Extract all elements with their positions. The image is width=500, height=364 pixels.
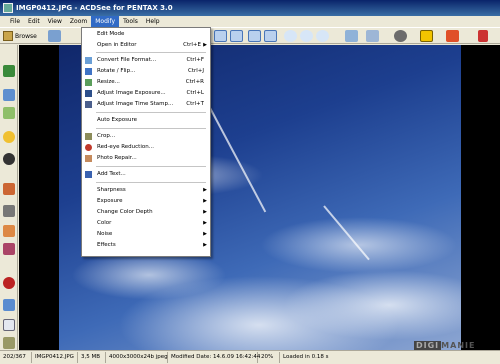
- status-bar: 202/367 IMGP0412.JPG 3,5 MB 4000x3000x24…: [0, 350, 500, 364]
- fullscreen-icon[interactable]: [3, 65, 15, 77]
- zoom-icon[interactable]: [316, 30, 329, 42]
- submenu-arrow-icon: ▶: [203, 231, 207, 237]
- submenu-arrow-icon: ▶: [203, 242, 207, 248]
- rotate-right-icon[interactable]: [230, 30, 243, 42]
- menu-item-change-color-depth[interactable]: Change Color Depth ▶: [82, 207, 210, 218]
- menu-item-auto-exposure[interactable]: Auto Exposure: [82, 115, 210, 126]
- watermark-logo: DIGI MANIE: [414, 341, 475, 350]
- main-toolbar: Browse: [0, 27, 500, 44]
- contrail-line: [208, 105, 267, 213]
- frame-icon[interactable]: [3, 319, 15, 331]
- crop-icon: [85, 133, 92, 140]
- menu-help[interactable]: Help: [142, 16, 164, 27]
- menu-separator: [96, 112, 206, 113]
- menu-tools[interactable]: Tools: [119, 16, 142, 27]
- exposure-icon: [85, 90, 92, 97]
- timestamp-icon: [85, 101, 92, 108]
- status-filesize: 3,5 MB: [78, 352, 106, 363]
- slideshow-icon[interactable]: [3, 89, 15, 101]
- menu-item-edit-mode[interactable]: Edit Mode: [82, 29, 210, 40]
- add-text-icon: [85, 171, 92, 178]
- print-icon[interactable]: [366, 30, 379, 42]
- browse-button[interactable]: Browse: [3, 30, 43, 42]
- palette-icon[interactable]: [3, 243, 15, 255]
- zoom-out-icon[interactable]: [300, 30, 313, 42]
- menu-file[interactable]: File: [6, 16, 24, 27]
- wallpaper-icon[interactable]: [345, 30, 358, 42]
- rotate-left-icon[interactable]: [214, 30, 227, 42]
- menu-item-crop[interactable]: Crop...: [82, 131, 210, 142]
- menu-bar: File Edit View Zoom Modify Tools Help: [0, 16, 500, 27]
- menu-item-adjust-image-time-stamp[interactable]: Adjust Image Time Stamp... Ctrl+T: [82, 99, 210, 110]
- submenu-arrow-icon: ▶: [203, 42, 207, 48]
- options-icon[interactable]: [394, 30, 407, 42]
- menu-item-convert-file-format[interactable]: Convert File Format... Ctrl+F: [82, 55, 210, 66]
- menu-item-effects[interactable]: Effects ▶: [82, 240, 210, 251]
- actual-size-icon[interactable]: [264, 30, 277, 42]
- menu-item-sharpness[interactable]: Sharpness ▶: [82, 185, 210, 196]
- status-modified-date: Modified Date: 14.6.09 16:42:44: [168, 352, 260, 363]
- edit-icon[interactable]: [48, 30, 61, 42]
- menu-separator: [96, 166, 206, 167]
- menu-edit[interactable]: Edit: [24, 16, 44, 27]
- menu-item-red-eye-reduction[interactable]: Red-eye Reduction...: [82, 142, 210, 153]
- status-dimensions: 4000x3000x24b jpeg: [106, 352, 168, 363]
- red-eye-tool-icon[interactable]: [3, 277, 15, 289]
- next-image-icon[interactable]: [446, 30, 459, 42]
- modify-dropdown-menu: Edit Mode Open in Editor Ctrl+E ▶ Conver…: [81, 27, 211, 257]
- sharpen-icon[interactable]: [3, 299, 15, 311]
- menu-item-rotate-flip[interactable]: Rotate / Flip... Ctrl+J: [82, 66, 210, 77]
- color-icon[interactable]: [3, 183, 15, 195]
- convert-icon: [85, 57, 92, 64]
- red-eye-icon: [85, 144, 92, 151]
- submenu-arrow-icon: ▶: [203, 198, 207, 204]
- film-icon[interactable]: [3, 205, 15, 217]
- close-viewer-icon[interactable]: [478, 30, 488, 42]
- browse-icon: [3, 31, 13, 41]
- gradient-icon[interactable]: [3, 225, 15, 237]
- resize-icon: [85, 79, 92, 86]
- contrail-line: [323, 205, 370, 261]
- menu-modify[interactable]: Modify: [91, 16, 120, 27]
- title-bar: IMGP0412.JPG - ACDSee for PENTAX 3.0: [0, 0, 500, 16]
- watermark-part1: DIGI: [414, 341, 442, 350]
- menu-separator: [96, 52, 206, 53]
- contrast-icon[interactable]: [3, 153, 15, 165]
- brightness-icon[interactable]: [3, 131, 15, 143]
- zoom-in-icon[interactable]: [284, 30, 297, 42]
- browse-label: Browse: [15, 32, 37, 40]
- menu-separator: [96, 128, 206, 129]
- menu-item-add-text[interactable]: Add Text...: [82, 169, 210, 180]
- crop-tool-icon[interactable]: [3, 337, 15, 349]
- status-position: 202/367: [0, 352, 32, 363]
- left-tool-sidebar: [0, 45, 18, 350]
- window-title: IMGP0412.JPG - ACDSee for PENTAX 3.0: [16, 4, 173, 12]
- menu-item-exposure[interactable]: Exposure ▶: [82, 196, 210, 207]
- menu-item-noise[interactable]: Noise ▶: [82, 229, 210, 240]
- submenu-arrow-icon: ▶: [203, 220, 207, 226]
- menu-item-open-in-editor[interactable]: Open in Editor Ctrl+E ▶: [82, 40, 210, 51]
- watermark-part2: MANIE: [441, 341, 476, 350]
- fit-window-icon[interactable]: [248, 30, 261, 42]
- submenu-arrow-icon: ▶: [203, 187, 207, 193]
- status-filename: IMGP0412.JPG: [32, 352, 78, 363]
- menu-item-adjust-image-exposure[interactable]: Adjust Image Exposure... Ctrl+L: [82, 88, 210, 99]
- menu-item-color[interactable]: Color ▶: [82, 218, 210, 229]
- menu-item-photo-repair[interactable]: Photo Repair...: [82, 153, 210, 164]
- rotate-icon: [85, 68, 92, 75]
- status-load-time: Loaded in 0.18 s: [283, 354, 329, 360]
- photo-repair-icon: [85, 155, 92, 162]
- previous-image-icon[interactable]: [420, 30, 433, 42]
- acdsee-app-icon: [3, 3, 13, 13]
- image-tools-icon[interactable]: [3, 107, 15, 119]
- submenu-arrow-icon: ▶: [203, 209, 207, 215]
- menu-zoom[interactable]: Zoom: [66, 16, 91, 27]
- menu-item-resize[interactable]: Resize... Ctrl+R: [82, 77, 210, 88]
- status-zoom: 20%: [258, 352, 280, 363]
- menu-separator: [96, 182, 206, 183]
- menu-view[interactable]: View: [44, 16, 66, 27]
